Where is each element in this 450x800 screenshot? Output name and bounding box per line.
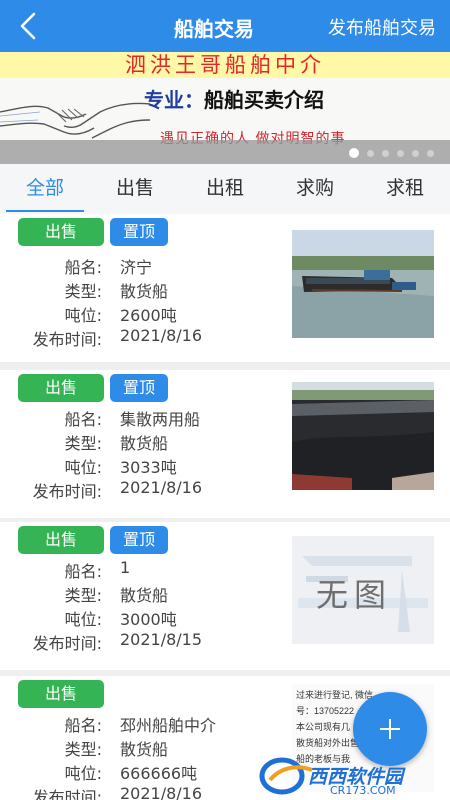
tonnage-value: 3000吨 (120, 610, 177, 629)
tonnage-value: 2600吨 (120, 306, 177, 325)
ship-type-label: 类型: (64, 740, 102, 759)
app-header: 船舶交易 发布船舶交易 (0, 0, 450, 52)
ship-name-value: 集散两用船 (120, 410, 201, 429)
promo-banner[interactable]: 泗洪王哥船舶中介 专业：船舶买卖介绍 遇见正确的人 做对明智的事 (0, 52, 450, 164)
listing-card[interactable]: 出售 置顶 船名: 集散两用船 类型: 散货船 吨位: 3033吨 发布时间: … (0, 370, 450, 518)
ship-type-value: 散货船 (120, 434, 169, 453)
watermark-subtext: CR173.COM (330, 784, 396, 797)
ship-type-value: 散货船 (120, 740, 169, 759)
publish-trade-button[interactable]: 发布船舶交易 (328, 14, 436, 40)
carousel-dot[interactable] (382, 149, 389, 157)
tonnage-label: 吨位: (64, 306, 102, 325)
publish-date-label: 发布时间: (32, 634, 102, 653)
tonnage-row: 吨位: 3033吨 (0, 454, 280, 478)
tonnage-label: 吨位: (64, 764, 102, 783)
listing-card[interactable]: 出售 置顶 船名: 1 类型: 散货船 吨位: 3000吨 发布时间: 2021… (0, 522, 450, 670)
ship-name-label: 船名: (64, 258, 102, 277)
carousel-dot[interactable] (397, 149, 404, 157)
tab-rent-out[interactable]: 出租 (180, 164, 270, 214)
tonnage-label: 吨位: (64, 610, 102, 629)
ship-name-label: 船名: (64, 410, 102, 429)
ship-type-value: 散货船 (120, 586, 169, 605)
sale-badge: 出售 (18, 374, 104, 402)
publish-date-value: 2021/8/16 (120, 784, 203, 800)
tonnage-row: 吨位: 2600吨 (0, 302, 280, 326)
tonnage-row: 吨位: 666666吨 (0, 760, 280, 784)
ship-type-label: 类型: (64, 434, 102, 453)
tonnage-label: 吨位: (64, 458, 102, 477)
tab-want-buy[interactable]: 求购 (270, 164, 360, 214)
ship-thumbnail[interactable] (292, 230, 434, 338)
ship-name-label: 船名: (64, 716, 102, 735)
publish-date-value: 2021/8/16 (120, 478, 203, 497)
sale-badge: 出售 (18, 218, 104, 246)
tonnage-value: 3033吨 (120, 458, 177, 477)
ship-name-row: 船名: 1 (0, 558, 280, 582)
sale-badge: 出售 (18, 526, 104, 554)
publish-date-value: 2021/8/16 (120, 326, 203, 345)
tonnage-row: 吨位: 3000吨 (0, 606, 280, 630)
ship-name-value: 邳州船舶中介 (120, 716, 217, 735)
tab-want-rent[interactable]: 求租 (360, 164, 450, 214)
handshake-illustration (0, 102, 150, 139)
ship-name-row: 船名: 邳州船舶中介 (0, 712, 280, 736)
ship-thumbnail[interactable] (292, 382, 434, 490)
text-screenshot-line: 本公司现有几 (296, 722, 351, 732)
ship-type-row: 类型: 散货船 (0, 430, 280, 454)
pinned-badge: 置顶 (110, 374, 168, 402)
ship-name-value: 1 (120, 558, 131, 577)
listing-card[interactable]: 出售 置顶 船名: 济宁 类型: 散货船 吨位: 2600吨 发布时间: 202… (0, 214, 450, 362)
publish-date-label: 发布时间: (32, 482, 102, 501)
back-button[interactable] (14, 10, 44, 42)
ship-type-label: 类型: (64, 282, 102, 301)
banner-company-name: 泗洪王哥船舶中介 (0, 52, 450, 78)
back-arrow-icon (20, 12, 36, 40)
publish-date-row: 发布时间: 2021/8/16 (0, 478, 280, 502)
banner-headline-prefix: 专业： (144, 88, 204, 112)
ship-type-value: 散货船 (120, 282, 169, 301)
banner-headline: 专业：船舶买卖介绍 (144, 84, 324, 113)
no-image-text: 无图 (316, 576, 393, 614)
publish-date-row: 发布时间: 2021/8/15 (0, 630, 280, 654)
ship-type-row: 类型: 散货船 (0, 736, 280, 760)
category-tabs: 全部 出售 出租 求购 求租 (0, 164, 450, 214)
ship-type-label: 类型: (64, 586, 102, 605)
publish-date-row: 发布时间: 2021/8/16 (0, 326, 280, 350)
publish-date-row: 发布时间: 2021/8/16 (0, 784, 280, 800)
ship-name-value: 济宁 (120, 258, 153, 277)
tonnage-value: 666666吨 (120, 764, 198, 783)
carousel-dots (349, 148, 434, 158)
ship-name-row: 船名: 济宁 (0, 254, 280, 278)
coal-hold-photo (292, 382, 434, 490)
sale-badge: 出售 (18, 680, 104, 708)
carousel-dot[interactable] (412, 149, 419, 157)
carousel-dot-active[interactable] (349, 148, 359, 158)
text-screenshot-line: 号：13705222 (296, 706, 355, 716)
ship-type-row: 类型: 散货船 (0, 582, 280, 606)
banner-headline-text: 船舶买卖介绍 (204, 88, 324, 112)
page-title: 船舶交易 (174, 17, 254, 41)
carousel-dot[interactable] (367, 149, 374, 157)
text-screenshot-line: 过来进行登记, 微信 (296, 690, 374, 700)
tab-sale[interactable]: 出售 (90, 164, 180, 214)
ship-type-row: 类型: 散货船 (0, 278, 280, 302)
ship-thumbnail[interactable]: 无图 (292, 536, 434, 644)
text-screenshot-line: 散货船对外出售 (296, 738, 360, 748)
ship-name-label: 船名: (64, 562, 102, 581)
publish-date-label: 发布时间: (32, 330, 102, 349)
pinned-badge: 置顶 (110, 526, 168, 554)
ship-name-row: 船名: 集散两用船 (0, 406, 280, 430)
publish-date-label: 发布时间: (32, 788, 102, 800)
publish-date-value: 2021/8/15 (120, 630, 203, 649)
carousel-dot[interactable] (427, 149, 434, 157)
cargo-ship-photo (292, 230, 434, 338)
pinned-badge: 置顶 (110, 218, 168, 246)
tab-all[interactable]: 全部 (0, 164, 90, 214)
